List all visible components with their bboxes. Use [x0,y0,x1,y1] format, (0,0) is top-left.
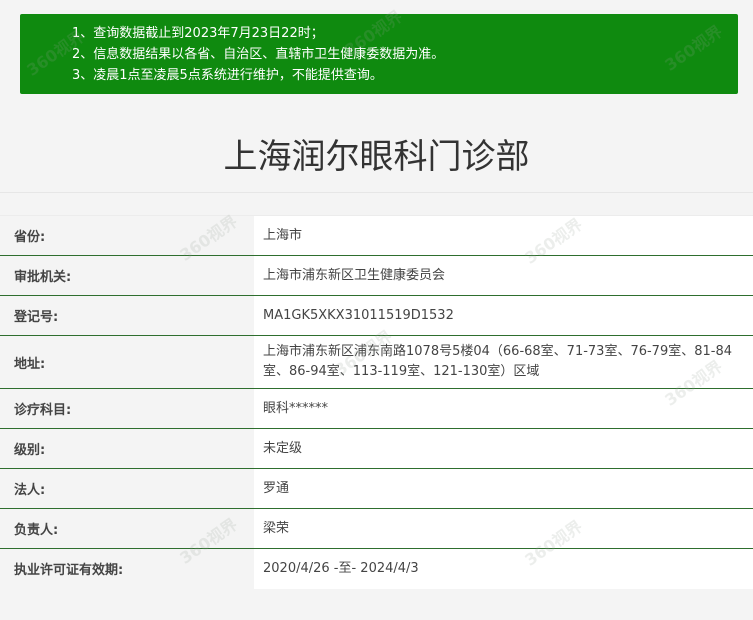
table-row-authority: 审批机关: 上海市浦东新区卫生健康委员会 [0,255,753,296]
clinic-info-table: 省份: 上海市 审批机关: 上海市浦东新区卫生健康委员会 登记号: MA1GK5… [0,215,753,589]
field-label: 负责人: [0,508,254,549]
field-label: 省份: [0,215,254,256]
field-value: 2020/4/26 -至- 2024/4/3 [254,548,753,589]
notice-line-2: 2、信息数据结果以各省、自治区、直辖市卫生健康委数据为准。 [72,47,445,62]
table-row-legal-person: 法人: 罗通 [0,468,753,509]
table-row-license-validity: 执业许可证有效期: 2020/4/26 -至- 2024/4/3 [0,548,753,589]
page-title: 上海润尔眼科门诊部 [223,137,530,177]
table-row-departments: 诊疗科目: 眼科****** [0,388,753,429]
table-row-province: 省份: 上海市 [0,215,753,256]
field-label: 登记号: [0,295,254,336]
table-row-address: 地址: 上海市浦东新区浦东南路1078号5楼04（66-68室、71-73室、7… [0,335,753,389]
field-value: 罗通 [254,468,753,509]
table-row-manager: 负责人: 梁荣 [0,508,753,549]
field-value: 梁荣 [254,508,753,549]
field-value: 未定级 [254,428,753,469]
field-label: 审批机关: [0,255,254,296]
field-label: 执业许可证有效期: [0,548,254,589]
table-row-registration: 登记号: MA1GK5XKX31011519D1532 [0,295,753,336]
field-label: 级别: [0,428,254,469]
field-value: 上海市浦东新区浦东南路1078号5楼04（66-68室、71-73室、76-79… [254,335,753,389]
table-row-level: 级别: 未定级 [0,428,753,469]
notice-line-3: 3、凌晨1点至凌晨5点系统进行维护，不能提供查询。 [72,68,383,83]
field-value: MA1GK5XKX31011519D1532 [254,295,753,336]
notice-banner: 1、查询数据截止到2023年7月23日22时； 2、信息数据结果以各省、自治区、… [20,14,738,94]
field-value: 上海市浦东新区卫生健康委员会 [254,255,753,296]
field-value: 眼科****** [254,388,753,429]
field-value: 上海市 [254,215,753,256]
title-divider [0,192,753,193]
notice-line-1: 1、查询数据截止到2023年7月23日22时； [72,26,324,41]
field-label: 诊疗科目: [0,388,254,429]
field-label: 地址: [0,335,254,389]
field-label: 法人: [0,468,254,509]
